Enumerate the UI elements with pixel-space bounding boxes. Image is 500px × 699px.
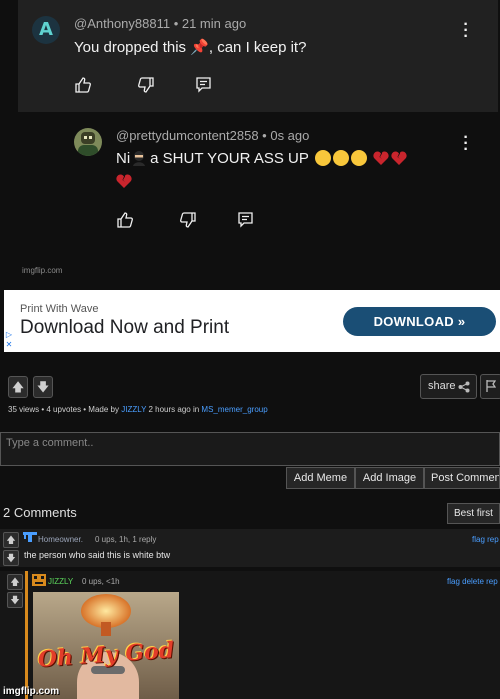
reply-username[interactable]: JIZZLY <box>48 577 73 586</box>
comment-body: the person who said this is white btw <box>24 550 171 560</box>
comments-count: 2 Comments <box>3 505 77 520</box>
post-stats: 35 views • 4 upvotes • Made by <box>8 405 122 414</box>
user-avatar-icon <box>23 532 37 542</box>
add-image-button[interactable]: Add Image <box>355 467 424 489</box>
share-icon <box>458 381 470 393</box>
footer-watermark: imgflip.com <box>3 686 60 697</box>
ad-headline: Download Now and Print <box>20 317 230 338</box>
loudly-crying-emoji-icon <box>314 150 331 166</box>
upvote-button[interactable]: 🡅 <box>8 376 28 398</box>
ninja-emoji-icon <box>133 151 146 166</box>
reply-meme-image[interactable]: Oh My God <box>33 592 179 699</box>
flag-button[interactable] <box>480 374 500 399</box>
broken-heart-icon <box>373 151 389 165</box>
broken-heart-icon <box>116 174 132 188</box>
comment1-username: @Anthony88811 • 21 min ago <box>74 16 247 31</box>
comment2-username: @prettydumcontent2858 • 0s ago <box>116 128 310 143</box>
comment-box <box>0 432 500 466</box>
ad-small-text: Print With Wave <box>20 303 99 315</box>
comment-upvote-button[interactable]: 🡅 <box>3 532 19 548</box>
loudly-crying-emoji-icon <box>332 150 349 166</box>
share-button[interactable]: share <box>420 374 477 399</box>
more-options-icon: · · · <box>463 16 469 45</box>
meme-image: A @Anthony88811 • 21 min ago You dropped… <box>0 0 500 290</box>
user-avatar-icon <box>32 574 46 586</box>
comment2-text-part2: a SHUT YOUR ASS UP <box>150 150 309 167</box>
ad-banner[interactable]: Print With Wave Download Now and Print D… <box>4 290 500 352</box>
reply-downvote-button[interactable]: 🡇 <box>7 592 23 608</box>
share-label: share <box>428 380 456 392</box>
reply-upvote-button[interactable]: 🡅 <box>7 574 23 590</box>
comment2-text: Ni a SHUT YOUR ASS UP <box>116 150 407 167</box>
reply-icon <box>238 212 253 228</box>
comment1-text: You dropped this 📌, can I keep it? <box>74 39 307 56</box>
thumbs-down-icon <box>180 212 196 228</box>
thumbs-up-icon <box>117 212 133 228</box>
ad-choices-icon[interactable]: ▷ ✕ <box>4 330 14 350</box>
reply-actions[interactable]: flag delete rep <box>447 577 498 586</box>
post-stream-link[interactable]: MS_memer_group <box>201 405 267 414</box>
reply-indent-bar <box>25 571 28 699</box>
downvote-button[interactable]: 🡇 <box>33 376 53 398</box>
comment-input[interactable] <box>1 433 499 465</box>
comment-actions[interactable]: flag rep <box>472 535 499 544</box>
sort-dropdown[interactable]: Best first <box>447 503 500 524</box>
comment-downvote-button[interactable]: 🡇 <box>3 550 19 566</box>
thumbs-down-icon <box>138 77 154 93</box>
comment-username[interactable]: Homeowner. <box>38 535 83 544</box>
flag-icon <box>486 380 497 392</box>
anthony-avatar: A <box>32 16 60 44</box>
ad-download-button[interactable]: DOWNLOAD » <box>343 307 496 336</box>
loudly-crying-emoji-icon <box>350 150 367 166</box>
post-author-link[interactable]: JIZZLY <box>121 405 146 414</box>
more-options-icon: · · · <box>463 129 469 158</box>
reply-icon <box>196 77 211 93</box>
post-meta: 35 views • 4 upvotes • Made by JIZZLY 2 … <box>8 405 268 414</box>
post-time: 2 hours ago in <box>146 405 202 414</box>
post-comment-button[interactable]: Post Comment <box>424 467 500 489</box>
broken-heart-icon <box>391 151 407 165</box>
thumbs-up-icon <box>75 77 91 93</box>
comment2-text-part1: Ni <box>116 150 131 167</box>
reply-stats: 0 ups, <1h <box>82 577 120 586</box>
meme-watermark: imgflip.com <box>22 266 63 275</box>
comment-stats: 0 ups, 1h, 1 reply <box>95 535 157 544</box>
add-meme-button[interactable]: Add Meme <box>286 467 355 489</box>
prettydumcontent-avatar <box>74 128 102 156</box>
